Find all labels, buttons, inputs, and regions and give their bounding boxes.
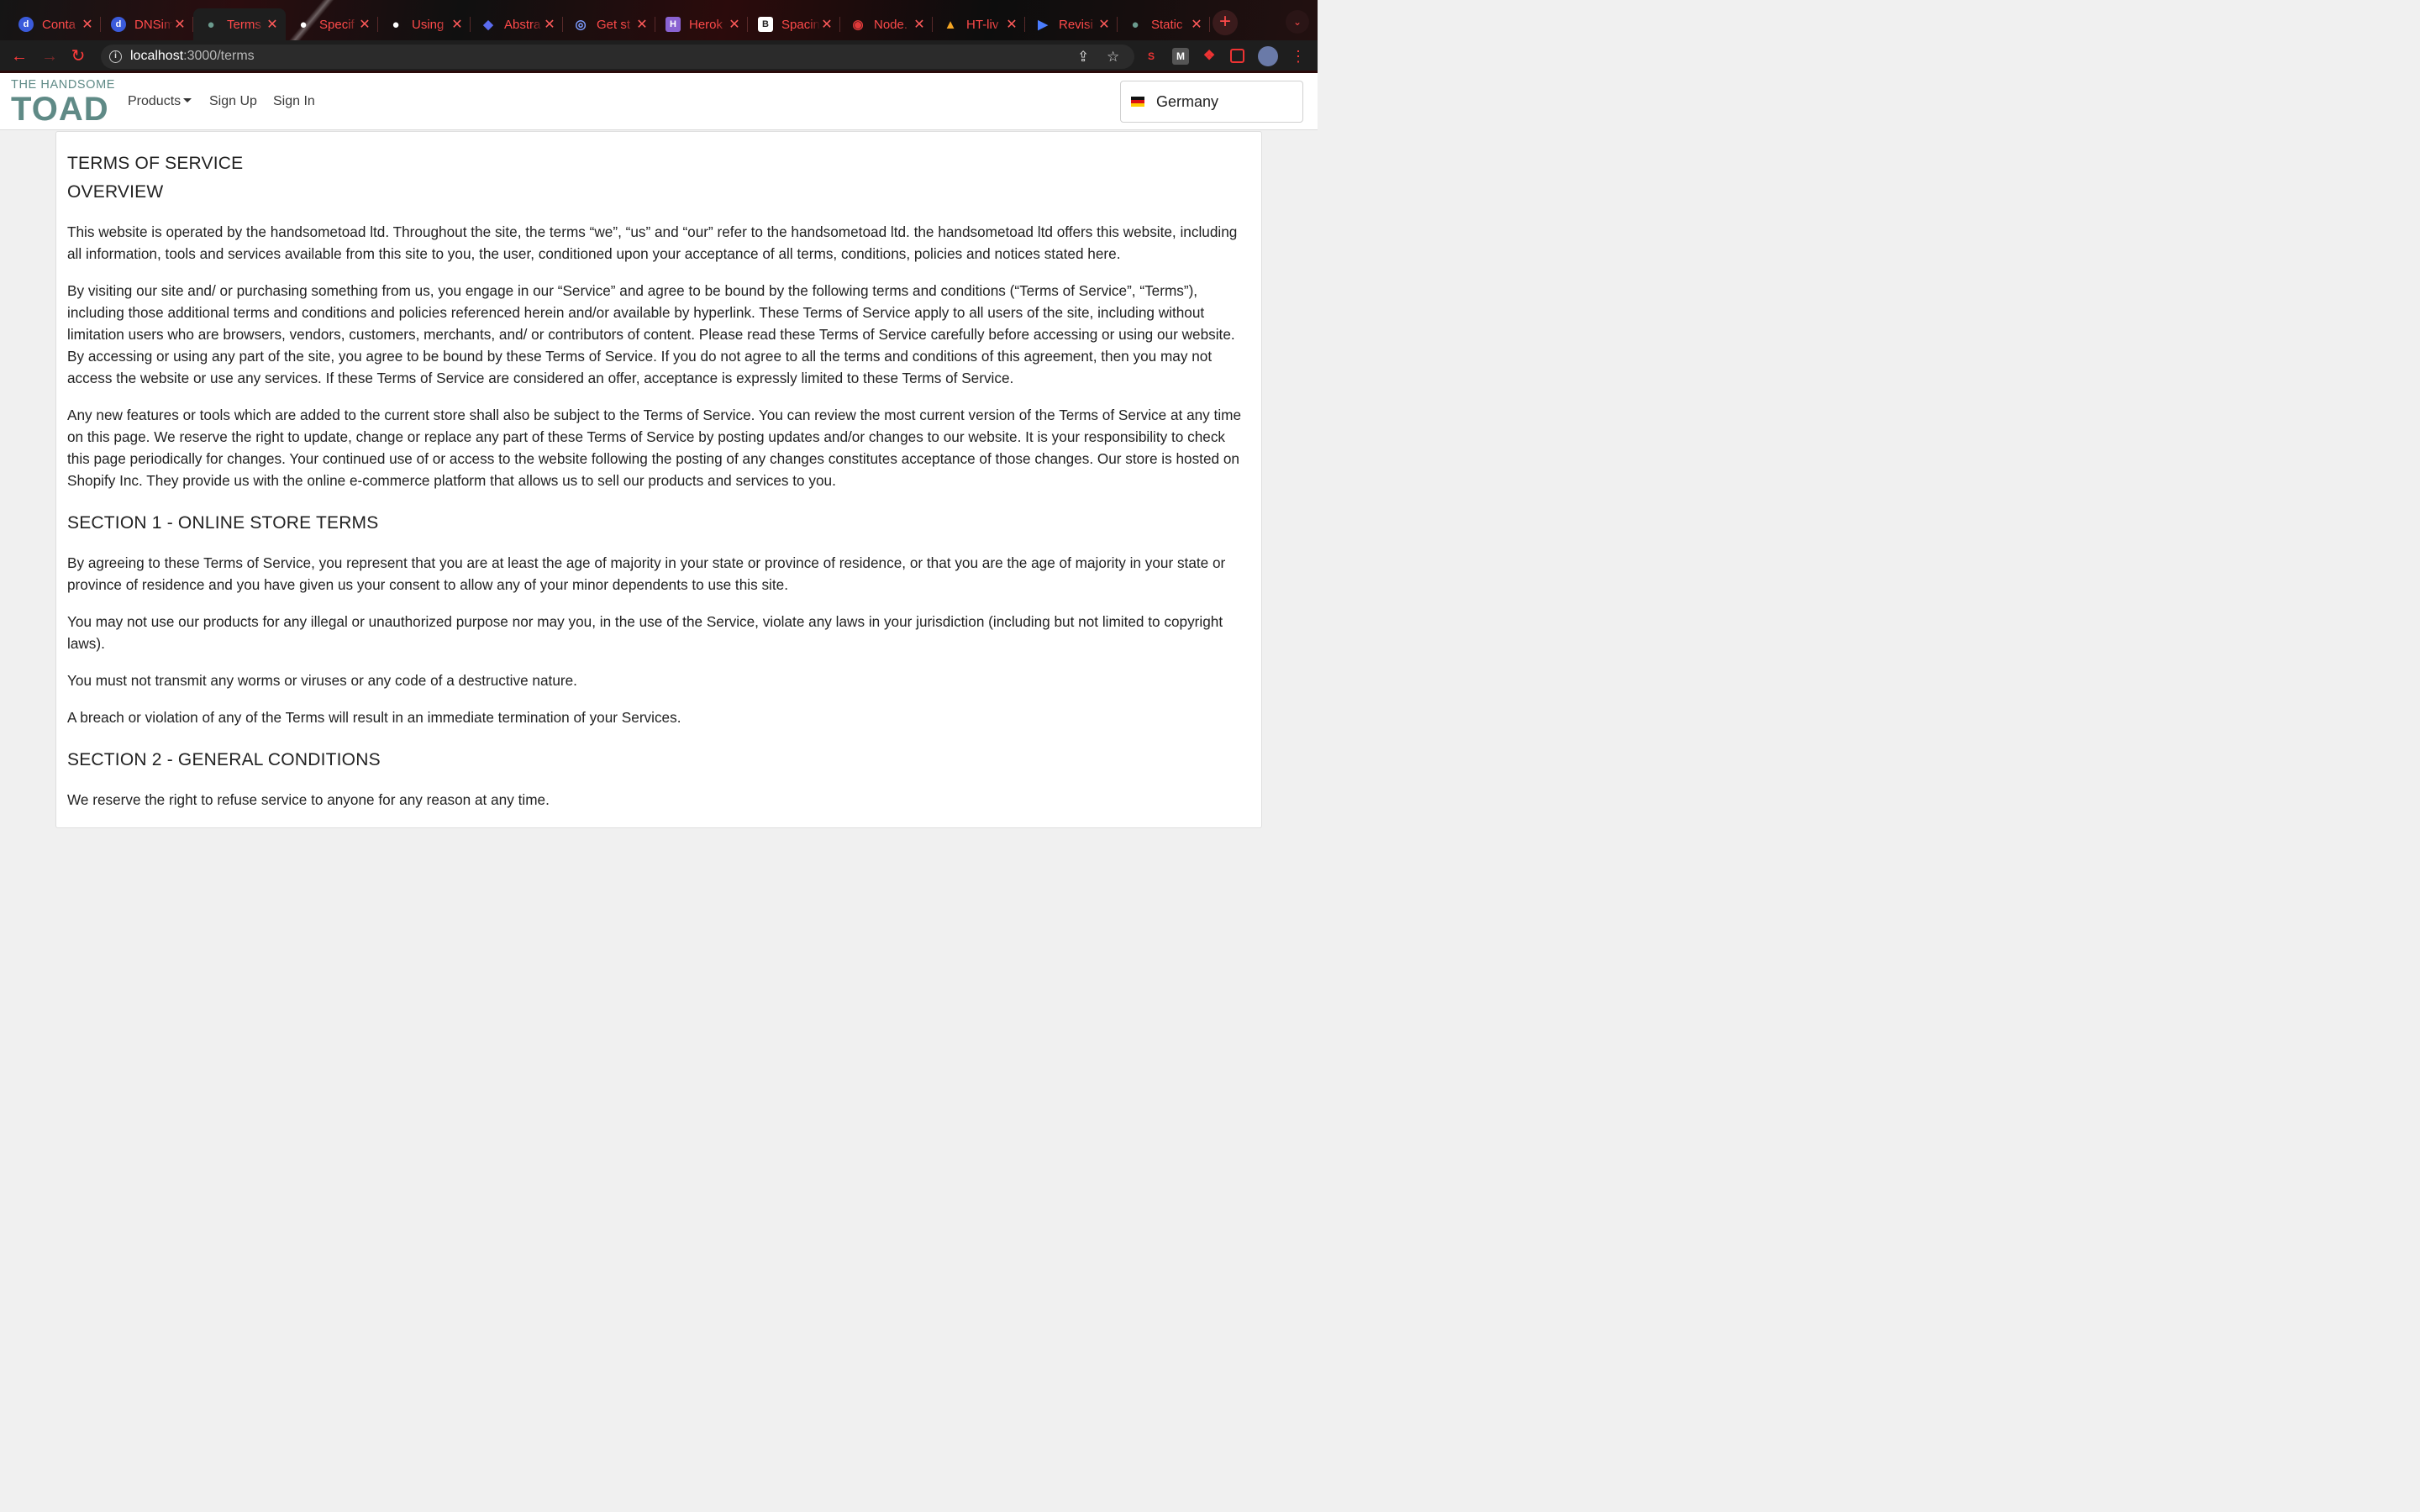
url-text[interactable]: localhost:3000/terms (130, 49, 255, 64)
close-tab-icon[interactable]: ✕ (1005, 16, 1018, 33)
paragraph: You must not transmit any worms or virus… (67, 672, 577, 689)
close-tab-icon[interactable]: ✕ (635, 16, 649, 33)
site-navbar: THE HANDSOME TOAD Products Sign Up Sign … (0, 73, 1318, 130)
tab-title: Terms (227, 17, 261, 32)
play-favicon-icon: ▶ (1038, 18, 1048, 32)
close-tab-icon[interactable]: ✕ (913, 16, 926, 33)
browser-tab[interactable]: H Herok ✕ (655, 8, 748, 40)
browser-tab[interactable]: d Conta ✕ (8, 8, 101, 40)
url-path: :3000/terms (183, 49, 255, 63)
tab-title: Get st (597, 17, 631, 32)
browser-tab-strip: d Conta ✕ d DNSim ✕ ● Terms ✕ ● Specif ✕ ● Using ✕ ◆ Abs… (0, 0, 1318, 40)
paragraph: A breach or violation of any of the Term… (67, 709, 681, 726)
country-select[interactable]: Germany (1120, 81, 1303, 123)
tab-search-chevron-icon[interactable]: ⌄ (1286, 10, 1309, 34)
logo-wordmark: TOAD (11, 91, 109, 128)
close-tab-icon[interactable]: ✕ (543, 16, 556, 33)
browser-menu-icon[interactable]: ⋮ (1287, 45, 1309, 67)
close-tab-icon[interactable]: ✕ (358, 16, 371, 33)
browser-tab[interactable]: ◉ Node. ✕ (840, 8, 933, 40)
close-tab-icon[interactable]: ✕ (1190, 16, 1203, 33)
paragraph: By visiting our site and/ or purchasing … (67, 282, 1235, 386)
new-tab-button[interactable]: + (1213, 10, 1238, 35)
browser-toolbar: ← → ↻ i localhost:3000/terms ⇪ ☆ S M ❖ ⋮ (0, 40, 1318, 73)
globe-favicon-icon: ◉ (852, 18, 864, 32)
country-label: Germany (1156, 93, 1219, 110)
close-tab-icon[interactable]: ✕ (820, 16, 834, 33)
tab-title: Revisi (1059, 17, 1093, 32)
browser-tab[interactable]: ● Terms ✕ (193, 8, 286, 40)
paragraph: You may not use our products for any ill… (67, 613, 1223, 652)
paragraph: Any new features or tools which are adde… (67, 407, 1242, 489)
puzzle-extensions-icon[interactable]: ❖ (1201, 48, 1218, 65)
close-tab-icon[interactable]: ✕ (1097, 16, 1111, 33)
forward-arrow-icon[interactable]: → (39, 45, 60, 67)
caret-down-icon (183, 97, 192, 102)
overview-heading: OVERVIEW (67, 182, 164, 202)
tab-title: DNSim (134, 17, 173, 32)
tab-title: Herok (689, 17, 723, 32)
tab-title: HT-liv (966, 17, 999, 32)
site-info-icon[interactable]: i (109, 50, 122, 63)
close-tab-icon[interactable]: ✕ (728, 16, 741, 33)
browser-tab[interactable]: ● Static ✕ (1118, 8, 1210, 40)
page-title: TERMS OF SERVICE (67, 154, 244, 173)
close-tab-icon[interactable]: ✕ (450, 16, 464, 33)
share-icon[interactable]: ⇪ (1077, 49, 1089, 66)
sidebar-panel-icon[interactable] (1230, 49, 1244, 63)
reload-icon[interactable]: ↻ (67, 45, 89, 67)
browser-tab[interactable]: B Spacin ✕ (748, 8, 840, 40)
url-host: localhost (130, 49, 184, 63)
address-bar[interactable]: i localhost:3000/terms ⇪ ☆ (101, 45, 1134, 69)
products-label: Products (128, 94, 182, 108)
germany-flag-icon (1131, 97, 1144, 107)
products-dropdown[interactable]: Products (128, 94, 192, 109)
browser-tab[interactable]: d DNSim ✕ (101, 8, 193, 40)
browser-tab[interactable]: ● Using ✕ (378, 8, 471, 40)
close-tab-icon[interactable]: ✕ (266, 16, 279, 33)
sign-in-link[interactable]: Sign In (273, 94, 315, 109)
browser-tab[interactable]: ● Specif ✕ (286, 8, 378, 40)
target-favicon-icon: ◎ (575, 18, 587, 32)
seo-extension-icon[interactable]: S (1143, 48, 1160, 65)
tab-title: Spacin (781, 17, 820, 32)
diamond-favicon-icon: ◆ (483, 18, 493, 32)
tab-title: Node. (874, 17, 908, 32)
terms-card: TERMS OF SERVICE OVERVIEW This website i… (55, 131, 1262, 828)
tab-title: Using (412, 17, 445, 32)
bookmark-star-icon[interactable]: ☆ (1107, 49, 1119, 66)
paragraph: This website is operated by the handsome… (67, 223, 1238, 262)
tab-title: Abstra (504, 17, 541, 32)
tab-title: Static (1151, 17, 1183, 32)
close-tab-icon[interactable]: ✕ (173, 16, 187, 33)
tab-title: Conta (42, 17, 76, 32)
toad-favicon-icon: ● (1131, 17, 1139, 32)
browser-tab[interactable]: ▶ Revisi ✕ (1025, 8, 1118, 40)
back-arrow-icon[interactable]: ← (8, 45, 30, 67)
d-favicon-icon: d (111, 17, 126, 32)
browser-tab[interactable]: ▲ HT-liv ✕ (933, 8, 1025, 40)
B-favicon-icon: B (758, 17, 773, 32)
browser-tab[interactable]: ◎ Get st ✕ (563, 8, 655, 40)
paragraph: By agreeing to these Terms of Service, y… (67, 554, 1226, 593)
d-favicon-icon: d (18, 17, 34, 32)
section-2-heading: SECTION 2 - GENERAL CONDITIONS (67, 750, 381, 769)
H-favicon-icon: H (666, 17, 681, 32)
m-extension-icon[interactable]: M (1172, 48, 1189, 65)
tab-title: Specif (319, 17, 355, 32)
tab-separator (1209, 17, 1210, 32)
google-cloud-favicon-icon: ● (299, 17, 308, 32)
paragraph: We reserve the right to refuse service t… (67, 791, 550, 808)
section-1-heading: SECTION 1 - ONLINE STORE TERMS (67, 513, 379, 533)
flame-favicon-icon: ▲ (944, 17, 957, 32)
logo-top-text: THE HANDSOME (11, 78, 116, 92)
close-tab-icon[interactable]: ✕ (81, 16, 94, 33)
browser-tab[interactable]: ◆ Abstra ✕ (471, 8, 563, 40)
toad-favicon-icon: ● (207, 17, 215, 32)
sign-up-link[interactable]: Sign Up (209, 94, 257, 109)
google-cloud-favicon-icon: ● (392, 17, 400, 32)
site-logo[interactable]: THE HANDSOME TOAD (11, 78, 122, 128)
profile-avatar[interactable] (1258, 46, 1278, 66)
